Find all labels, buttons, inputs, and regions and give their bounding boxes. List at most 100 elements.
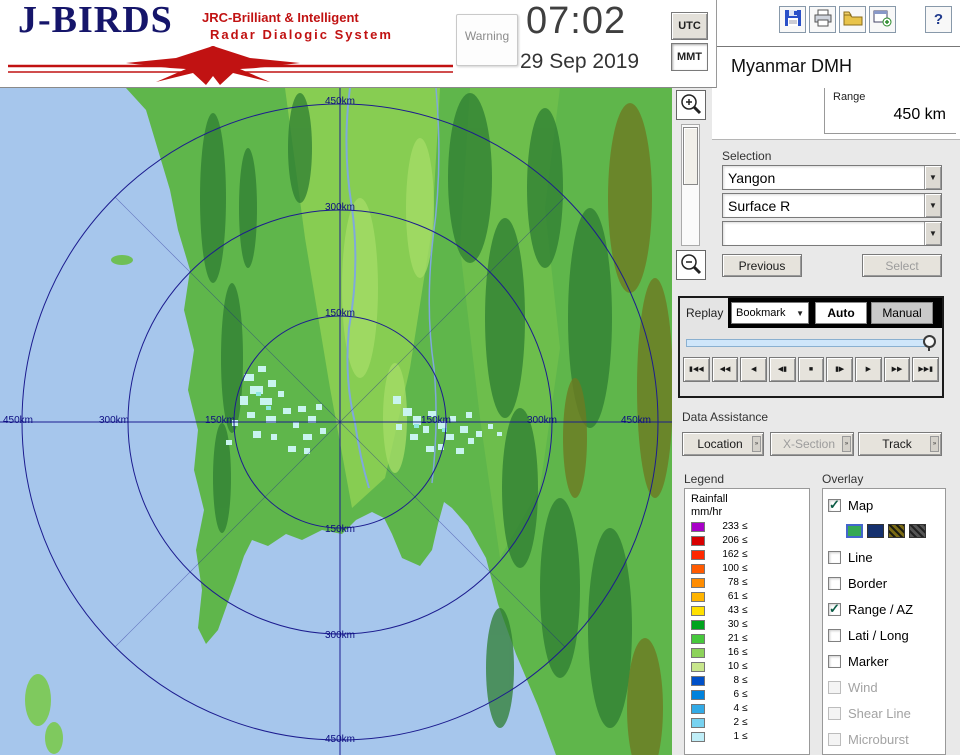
overlay-item-range-az[interactable]: Range / AZ xyxy=(828,596,940,622)
playback-to-start-button[interactable]: ▮◀◀ xyxy=(683,357,710,382)
header-right-section: ? Myanmar DMH xyxy=(716,0,960,88)
legend-row: 21 ≤ xyxy=(691,632,803,645)
timezone-utc-button[interactable]: UTC xyxy=(671,12,708,40)
clock-time: 07:02 xyxy=(526,0,627,42)
map-style-navy-swatch[interactable] xyxy=(867,524,884,538)
zoom-in-icon xyxy=(679,92,703,119)
playback-stop-button[interactable]: ■ xyxy=(797,357,825,382)
location-button-label: Location xyxy=(697,437,743,451)
zoom-out-icon xyxy=(679,252,703,279)
checkbox-icon[interactable] xyxy=(828,576,841,590)
open-folder-button[interactable] xyxy=(839,6,866,33)
playback-to-end-button[interactable]: ▶▶▮ xyxy=(912,357,940,382)
checkbox-icon[interactable] xyxy=(828,550,841,564)
range-cell: Range 450 km xyxy=(824,88,956,134)
zoom-scrollbar-track[interactable] xyxy=(681,124,700,246)
chevron-down-icon[interactable]: ▼ xyxy=(924,166,941,189)
lte-sign: ≤ xyxy=(742,717,748,728)
playback-play-back-button[interactable]: ◀ xyxy=(740,357,768,382)
legend-color-swatch xyxy=(691,633,705,644)
overlay-section-label: Overlay xyxy=(822,472,864,486)
checkbox-checked-icon[interactable] xyxy=(828,601,841,617)
radar-map[interactable]: 450km 300km 150km 150km 300km 450km 450k… xyxy=(0,88,672,755)
checkbox-checked-icon[interactable] xyxy=(828,497,841,513)
legend-color-swatch xyxy=(691,605,705,616)
legend-value: 10 xyxy=(727,661,739,672)
legend-color-swatch xyxy=(691,535,705,546)
header: J-BIRDS JRC-Brilliant & Intelligent Rada… xyxy=(0,0,960,88)
chevron-down-icon[interactable]: ▼ xyxy=(924,222,941,245)
legend-value: 16 xyxy=(727,647,739,658)
bookmark-label: Bookmark xyxy=(736,307,786,319)
overlay-item-line[interactable]: Line xyxy=(828,544,940,570)
checkbox-icon[interactable] xyxy=(828,628,841,642)
track-button[interactable]: Track » xyxy=(858,432,942,456)
chevron-down-icon[interactable]: ▼ xyxy=(924,194,941,217)
save-button[interactable] xyxy=(779,6,806,33)
lte-sign: ≤ xyxy=(742,675,748,686)
help-button[interactable]: ? xyxy=(925,6,952,33)
lte-sign: ≤ xyxy=(742,619,748,630)
playback-play-button[interactable]: ▶ xyxy=(855,357,882,382)
chevron-down-icon: ▼ xyxy=(796,308,804,318)
zoom-scrollbar-thumb[interactable] xyxy=(683,127,698,185)
zoom-out-button[interactable] xyxy=(676,250,706,280)
new-window-button[interactable] xyxy=(869,6,896,33)
level-select[interactable]: ▼ xyxy=(722,221,942,246)
logo-title: J-BIRDS xyxy=(18,0,173,41)
print-icon xyxy=(813,9,833,30)
replay-manual-button[interactable]: Manual xyxy=(871,302,933,324)
zoom-in-button[interactable] xyxy=(676,90,706,120)
legend-row: 8 ≤ xyxy=(691,674,803,687)
logo-subtitle-2: Radar Dialogic System xyxy=(210,27,393,42)
legend-value: 78 xyxy=(727,577,739,588)
playback-rewind-button[interactable]: ◀◀ xyxy=(711,357,739,382)
legend-row: 233 ≤ xyxy=(691,520,803,533)
product-select[interactable]: Surface R ▼ xyxy=(722,193,942,218)
save-icon xyxy=(784,9,802,30)
drag-grip-icon[interactable]: » xyxy=(930,436,939,452)
drag-grip-icon[interactable]: » xyxy=(752,436,761,452)
previous-button[interactable]: Previous xyxy=(722,254,802,277)
playback-step-back-button[interactable]: ◀▮ xyxy=(769,357,796,382)
overlay-label: Line xyxy=(848,549,873,565)
map-style-gray-swatch[interactable] xyxy=(909,524,926,538)
legend-unit-line2: mm/hr xyxy=(691,506,723,518)
select-button[interactable]: Select xyxy=(862,254,942,277)
folder-icon xyxy=(843,10,863,29)
overlay-item-border[interactable]: Border xyxy=(828,570,940,596)
lte-sign: ≤ xyxy=(742,535,748,546)
x-section-button[interactable]: X-Section » xyxy=(770,432,854,456)
jbirds-app: J-BIRDS JRC-Brilliant & Intelligent Rada… xyxy=(0,0,960,755)
overlay-item-map[interactable]: Map xyxy=(828,492,940,518)
map-style-green-swatch[interactable] xyxy=(846,524,863,538)
legend-value: 1 xyxy=(733,731,739,742)
location-button[interactable]: Location » xyxy=(682,432,764,456)
playback-step-forward-button[interactable]: ▮▶ xyxy=(826,357,854,382)
replay-slider-track[interactable] xyxy=(686,339,928,347)
map-style-swatches xyxy=(828,518,940,544)
legend-row: 162 ≤ xyxy=(691,548,803,561)
overlay-label: Range / AZ xyxy=(848,601,914,617)
bookmark-dropdown[interactable]: Bookmark ▼ xyxy=(731,302,809,324)
site-select[interactable]: Yangon ▼ xyxy=(722,165,942,190)
legend-value: 100 xyxy=(722,563,739,574)
lte-sign: ≤ xyxy=(742,731,748,742)
print-button[interactable] xyxy=(809,6,836,33)
timezone-mmt-button[interactable]: MMT xyxy=(671,43,708,71)
map-style-olive-swatch[interactable] xyxy=(888,524,905,538)
playback-fast-forward-button[interactable]: ▶▶ xyxy=(883,357,911,382)
lte-sign: ≤ xyxy=(742,577,748,588)
replay-slider[interactable] xyxy=(686,335,936,351)
overlay-item-marker[interactable]: Marker xyxy=(828,648,940,674)
warning-button[interactable]: Warning xyxy=(456,14,518,66)
checkbox-icon[interactable] xyxy=(828,654,841,668)
replay-auto-button[interactable]: Auto xyxy=(815,302,867,324)
help-icon: ? xyxy=(933,11,944,28)
legend-section-label: Legend xyxy=(684,472,725,486)
drag-grip-icon[interactable]: » xyxy=(842,436,851,452)
overlay-item-lati-long[interactable]: Lati / Long xyxy=(828,622,940,648)
legend-value: 21 xyxy=(727,633,739,644)
replay-slider-handle[interactable] xyxy=(923,335,936,348)
legend-value: 4 xyxy=(733,703,739,714)
